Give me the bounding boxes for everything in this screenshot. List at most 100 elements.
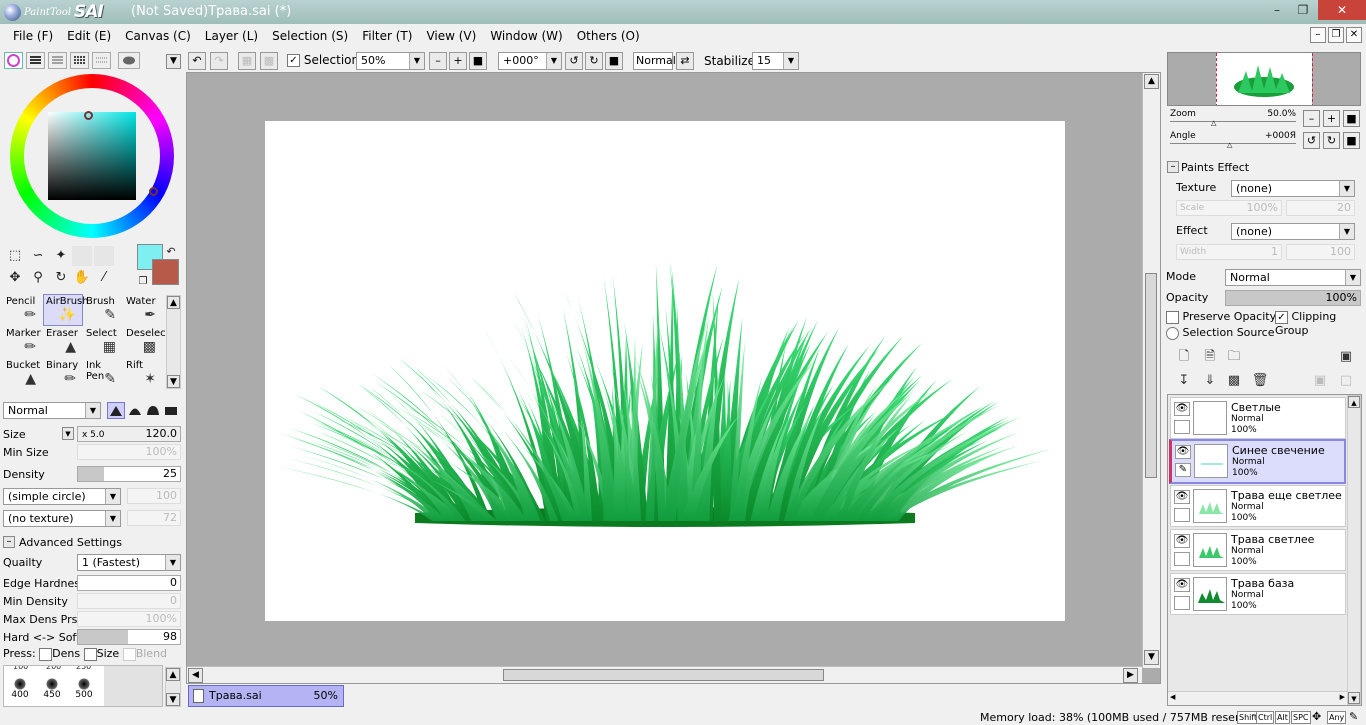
deselect-all-icon[interactable]: ▦ [238, 52, 256, 70]
effect-texture-dropdown[interactable]: (none) ▼ [1231, 180, 1355, 197]
redo-icon[interactable]: ↷ [210, 52, 228, 70]
lasso-icon[interactable]: ∽ [28, 246, 48, 266]
advanced-settings-header[interactable]: – Advanced Settings [3, 535, 183, 551]
effect-dropdown[interactable]: (none) ▼ [1231, 223, 1355, 240]
visibility-eye-icon[interactable]: 👁 [1174, 534, 1190, 548]
lock-toggle[interactable] [1174, 596, 1190, 610]
rgb-slider-mode-icon[interactable] [26, 52, 45, 69]
undo-icon[interactable]: ↶ [188, 52, 206, 70]
eyedropper-icon[interactable]: ⁄ [94, 268, 114, 288]
zoom-slider-handle[interactable]: △ [1211, 119, 1216, 127]
clear-layer-icon[interactable]: ▩ [1225, 372, 1243, 390]
brush-shape-dropdown[interactable]: (simple circle) ▼ [3, 488, 121, 505]
width-input[interactable]: Width 1 [1176, 244, 1282, 260]
scroll-up-icon[interactable]: ▲ [167, 296, 180, 309]
layer-item-selected[interactable]: 👁 ✎ Синее свечение Normal 100% [1169, 439, 1346, 484]
menu-window[interactable]: Window (W) [483, 29, 569, 43]
apply-mask-icon[interactable]: ▣ [1311, 372, 1329, 390]
press-size-checkbox[interactable] [83, 647, 97, 661]
menu-selection[interactable]: Selection (S) [265, 29, 355, 43]
rect-select-icon[interactable]: ⬚ [5, 246, 25, 266]
zoom-in-icon[interactable]: + [449, 52, 467, 70]
layer-opacity-slider[interactable]: 100% [1225, 290, 1361, 306]
canvas-vertical-scrollbar[interactable]: ▲ ▼ [1142, 73, 1160, 668]
maximize-icon[interactable]: ❐ [1290, 0, 1316, 20]
tool-marker[interactable]: Marker ✏ [3, 326, 43, 358]
nav-zoom-in-icon[interactable]: + [1323, 110, 1340, 127]
hard-soft-slider[interactable]: 98 [77, 629, 181, 645]
preset-450[interactable]: 450 [41, 678, 63, 706]
scroll-down-icon[interactable]: ▼ [167, 375, 180, 388]
brush-shape-sharp-icon[interactable] [107, 402, 125, 419]
background-color-swatch[interactable] [152, 259, 179, 285]
flip-horizontal-icon[interactable]: ⇄ [676, 52, 694, 70]
magic-wand-icon[interactable]: ✦ [51, 246, 71, 266]
canvas-area[interactable]: ▲ ▼ ◀ ▶ [186, 72, 1161, 684]
tool-pencil[interactable]: Pencil ✏ [3, 294, 43, 326]
default-colors-icon[interactable]: ❐ [136, 272, 150, 292]
brush-texture-dropdown[interactable]: (no texture) ▼ [3, 510, 121, 527]
rotate-reset-icon[interactable]: ■ [605, 52, 623, 70]
brush-shape-value[interactable]: 100 [127, 488, 181, 504]
scroll-left-icon[interactable]: ◀ [188, 668, 203, 683]
delete-mask-icon[interactable]: □ [1337, 372, 1355, 390]
nav-rotate-left-icon[interactable]: ↺ [1303, 132, 1320, 149]
swatch-mode-icon[interactable] [70, 52, 89, 69]
menu-others[interactable]: Others (O) [570, 29, 647, 43]
preset-400[interactable]: 400 [9, 678, 31, 706]
brush-shape-round-icon[interactable] [127, 402, 143, 419]
doc-minimize-icon[interactable]: – [1310, 27, 1326, 43]
collapse-icon[interactable]: – [1167, 161, 1179, 173]
size-input[interactable]: x 5.0 120.0 [77, 426, 181, 442]
new-layer-icon[interactable]: 🗋 [1175, 348, 1193, 366]
width-number[interactable]: 100 [1286, 244, 1355, 260]
stabilizer-dropdown[interactable]: 15 ▼ [752, 52, 799, 70]
doc-restore-icon[interactable]: ❐ [1328, 27, 1344, 43]
rotate-icon[interactable]: ↻ [51, 268, 71, 288]
scroll-down-icon[interactable]: ▼ [166, 693, 180, 706]
quality-dropdown[interactable]: 1 (Fastest) ▼ [77, 554, 181, 571]
scroll-up-icon[interactable]: ▲ [1348, 396, 1360, 408]
scale-number[interactable]: 20 [1286, 200, 1355, 216]
preset-500[interactable]: 500 [73, 678, 95, 706]
layer-item[interactable]: 👁 Трава база Normal 100% [1170, 573, 1346, 615]
tool-select[interactable]: Select ▦ [83, 326, 123, 358]
layer-item[interactable]: 👁 Трава светлее Normal 100% [1170, 529, 1346, 571]
scroll-up-icon[interactable]: ▲ [1144, 74, 1159, 89]
press-blend-checkbox[interactable] [122, 647, 136, 661]
menu-layer[interactable]: Layer (L) [198, 29, 265, 43]
menu-view[interactable]: View (V) [419, 29, 483, 43]
brush-blend-dropdown[interactable]: Normal ▼ [3, 402, 101, 419]
angle-slider[interactable] [1170, 143, 1296, 144]
new-linework-layer-icon[interactable]: 🗎 [1201, 348, 1219, 366]
clipping-group-toggle[interactable]: ✓ Clipping Group [1275, 310, 1362, 337]
layer-item[interactable]: 👁 Светлые Normal 100% [1170, 397, 1346, 439]
brush-shape-square-icon[interactable] [163, 402, 179, 419]
layer-item[interactable]: 👁 Трава еще светлее Normal 100% [1170, 485, 1346, 527]
nav-zoom-out-icon[interactable]: – [1303, 110, 1320, 127]
min-density-input[interactable]: 0 [77, 593, 181, 609]
scale-input[interactable]: Scale 100% [1176, 200, 1282, 216]
rotate-right-icon[interactable]: ↻ [585, 52, 603, 70]
hsv-slider-mode-icon[interactable] [48, 52, 67, 69]
scroll-right-icon[interactable]: ▶ [1123, 668, 1138, 683]
menu-file[interactable]: File (F) [6, 29, 60, 43]
tool-eraser[interactable]: Eraser ▲ [43, 326, 83, 358]
tool-airbrush[interactable]: AirBrush ✨ [43, 294, 89, 326]
scroll-down-icon[interactable]: ▼ [1144, 650, 1159, 665]
zoom-dropdown[interactable]: 50% ▼ [356, 52, 425, 70]
presets-scrollbar[interactable]: ▲ ▼ [165, 667, 181, 707]
layer-mode-dropdown[interactable]: Normal ▼ [1225, 269, 1361, 286]
rotate-left-icon[interactable]: ↺ [565, 52, 583, 70]
minimize-icon[interactable]: – [1264, 0, 1290, 20]
scratchpad-mode-icon[interactable] [92, 52, 111, 69]
menu-filter[interactable]: Filter (T) [355, 29, 419, 43]
hand-icon[interactable]: ✋ [72, 268, 92, 288]
selection-source-toggle[interactable]: Selection Source [1166, 326, 1274, 340]
left-panel-menu-icon[interactable]: ▼ [166, 54, 181, 69]
menu-edit[interactable]: Edit (E) [60, 29, 118, 43]
document-tab[interactable]: Трава.sai 50% [188, 685, 344, 707]
zoom-slider[interactable] [1170, 121, 1296, 122]
scroll-left-icon[interactable]: ◀ [1170, 693, 1175, 701]
menu-canvas[interactable]: Canvas (C) [118, 29, 198, 43]
